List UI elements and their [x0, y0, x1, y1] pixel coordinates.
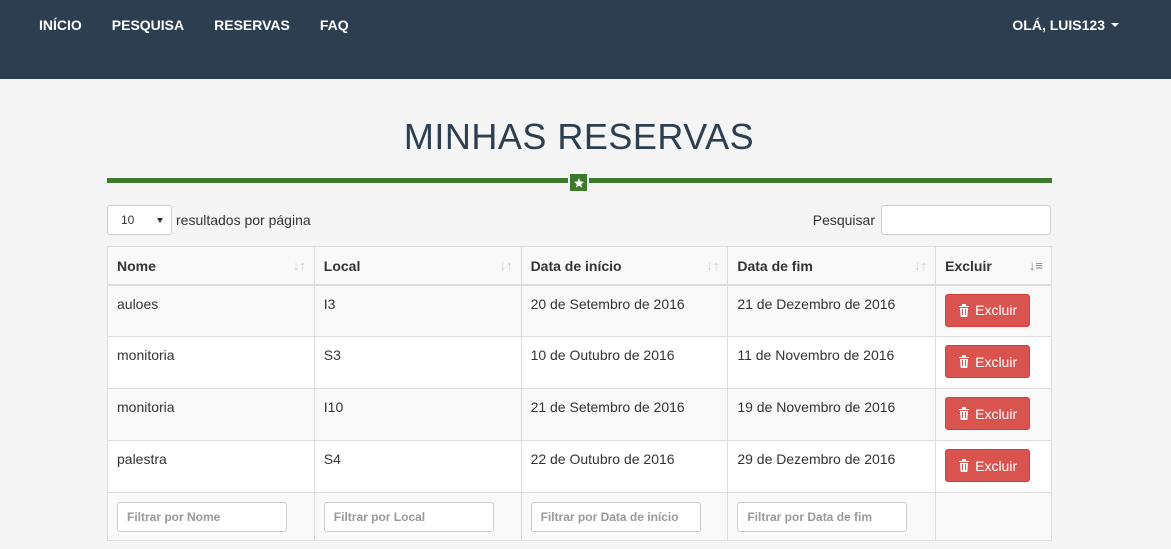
column-header-data-inicio[interactable]: Data de início ↓↑	[520, 246, 729, 286]
table-row: monitoria I10 21 de Setembro de 2016 19 …	[107, 388, 1052, 441]
delete-button[interactable]: Excluir	[945, 449, 1031, 482]
delete-button-label: Excluir	[975, 457, 1018, 474]
cell-local: S4	[313, 440, 522, 493]
filter-cell	[313, 492, 522, 541]
navbar: Início Pesquisa Reservas FAQ Olá, luis12…	[0, 0, 1171, 79]
page-length-value: 10	[121, 213, 135, 227]
column-header-nome[interactable]: Nome ↓↑	[107, 246, 315, 286]
column-header-label: Excluir	[945, 258, 992, 274]
nav-link-pesquisa[interactable]: Pesquisa	[112, 17, 184, 33]
cell-data-fim: 19 de Novembro de 2016	[727, 388, 937, 441]
column-header-label: Data de início	[530, 258, 622, 274]
cell-data-inicio: 10 de Outubro de 2016	[520, 336, 729, 389]
column-header-excluir[interactable]: Excluir ↓≡	[935, 246, 1052, 286]
cell-data-inicio: 22 de Outubro de 2016	[520, 440, 729, 493]
cell-nome: auloes	[107, 284, 315, 337]
page-title: MINHAS RESERVAS	[403, 116, 755, 157]
column-header-data-fim[interactable]: Data de fim ↓↑	[727, 246, 937, 286]
sort-icon: ↓↑	[706, 258, 720, 273]
delete-button[interactable]: Excluir	[945, 397, 1031, 430]
column-header-label: Local	[323, 258, 361, 274]
cell-excluir: Excluir	[935, 336, 1052, 389]
cell-local: I3	[313, 284, 522, 337]
table-row: auloes I3 20 de Setembro de 2016 21 de D…	[107, 284, 1052, 337]
filter-cell	[107, 492, 315, 541]
cell-excluir: Excluir	[935, 388, 1052, 441]
filter-cell-empty	[935, 492, 1052, 541]
filter-nome-input[interactable]	[117, 502, 287, 532]
cell-excluir: Excluir	[935, 284, 1052, 337]
cell-local: S3	[313, 336, 522, 389]
filter-data-fim-input[interactable]	[737, 502, 908, 532]
filter-data-inicio-input[interactable]	[530, 502, 701, 532]
column-header-label: Nome	[117, 258, 156, 274]
delete-button[interactable]: Excluir	[945, 293, 1031, 327]
sort-icon: ↓↑	[499, 258, 513, 273]
sort-icon: ↓↑	[914, 258, 928, 273]
star-icon	[568, 172, 589, 193]
cell-nome: palestra	[107, 440, 315, 493]
table-row: palestra S4 22 de Outubro de 2016 29 de …	[107, 440, 1052, 493]
trash-icon	[959, 303, 970, 317]
column-header-label: Data de fim	[737, 258, 813, 274]
filter-local-input[interactable]	[323, 502, 494, 532]
user-menu-label: Olá, luis123	[1012, 17, 1105, 33]
cell-data-inicio: 21 de Setembro de 2016	[520, 388, 729, 441]
nav-links: Início Pesquisa Reservas FAQ	[39, 17, 379, 33]
column-header-local[interactable]: Local ↓↑	[313, 246, 522, 286]
filter-row	[107, 492, 1052, 541]
page-length-control: 10 resultados por página	[107, 205, 311, 235]
filter-cell	[727, 492, 937, 541]
delete-button[interactable]: Excluir	[945, 345, 1031, 378]
page-length-label: resultados por página	[176, 212, 311, 228]
trash-icon	[959, 407, 970, 420]
reservations-table: Nome ↓↑ Local ↓↑ Data de início ↓↑ Data de …	[107, 246, 1052, 541]
cell-data-fim: 21 de Dezembro de 2016	[727, 284, 937, 337]
search-label: Pesquisar	[812, 212, 875, 228]
trash-icon	[959, 355, 970, 368]
cell-excluir: Excluir	[935, 440, 1052, 493]
search-input[interactable]	[881, 205, 1051, 235]
filter-cell	[520, 492, 729, 541]
nav-link-reservas[interactable]: Reservas	[214, 17, 290, 33]
page-length-select[interactable]: 10	[107, 205, 172, 235]
trash-icon	[959, 459, 970, 472]
cell-nome: monitoria	[107, 388, 315, 441]
cell-local: I10	[313, 388, 522, 441]
nav-link-inicio[interactable]: Início	[39, 17, 82, 33]
user-menu[interactable]: Olá, luis123	[1012, 17, 1119, 33]
cell-data-fim: 29 de Dezembro de 2016	[727, 440, 937, 493]
sort-icon: ↓↑	[292, 258, 306, 273]
sort-ascending-icon: ↓≡	[1028, 258, 1043, 273]
nav-link-faq[interactable]: FAQ	[320, 17, 349, 33]
cell-data-inicio: 20 de Setembro de 2016	[520, 284, 729, 337]
delete-button-label: Excluir	[975, 405, 1018, 422]
search-control: Pesquisar	[813, 205, 1051, 235]
delete-button-label: Excluir	[975, 353, 1018, 370]
delete-button-label: Excluir	[975, 302, 1018, 318]
table-row: monitoria S3 10 de Outubro de 2016 11 de…	[107, 336, 1052, 389]
cell-nome: monitoria	[107, 336, 315, 389]
table-header-row: Nome ↓↑ Local ↓↑ Data de início ↓↑ Data de …	[107, 246, 1052, 286]
caret-down-icon	[1111, 23, 1119, 27]
cell-data-fim: 11 de Novembro de 2016	[727, 336, 937, 389]
dropdown-arrow-icon	[157, 218, 163, 223]
